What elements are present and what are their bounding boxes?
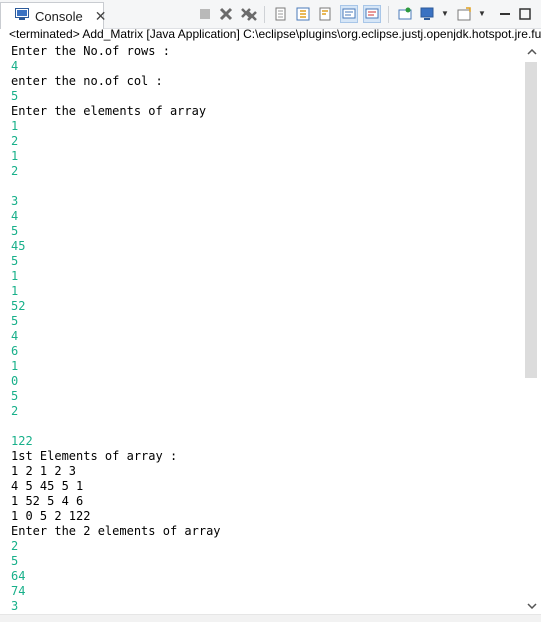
- remove-all-terminated-icon[interactable]: [240, 5, 258, 23]
- show-on-stderr-icon[interactable]: [363, 5, 381, 23]
- pin-console-icon[interactable]: [396, 5, 414, 23]
- console-input-line: 2: [11, 164, 19, 178]
- scroll-lock-icon[interactable]: [294, 5, 312, 23]
- console-input-line: 4: [11, 209, 19, 223]
- console-input-line: 1: [11, 359, 19, 373]
- console-input-line: 1: [11, 269, 19, 283]
- console-input-line: 5: [11, 224, 19, 238]
- word-wrap-icon[interactable]: [316, 5, 334, 23]
- console-input-line: 6: [11, 344, 19, 358]
- remove-launch-icon[interactable]: [217, 5, 235, 23]
- console-input-line: [0, 179, 523, 194]
- console-output-line: enter the no.of col :: [11, 74, 163, 88]
- minimize-icon[interactable]: [496, 5, 514, 23]
- open-console-icon[interactable]: [455, 5, 473, 23]
- close-icon[interactable]: ✕: [95, 8, 107, 25]
- console-input-line: 2: [11, 134, 19, 148]
- console-input-line: 4: [11, 59, 19, 73]
- console-input-line: 122: [11, 434, 33, 448]
- console-output-line: Enter the elements of array: [11, 104, 207, 118]
- tab-console-label: Console: [35, 8, 83, 24]
- display-selected-console-icon[interactable]: [418, 5, 436, 23]
- terminate-icon[interactable]: [196, 5, 214, 23]
- console-input-line: 5: [11, 89, 19, 103]
- scroll-down-arrow-icon[interactable]: [523, 598, 541, 614]
- chevron-down-icon[interactable]: ▼: [478, 8, 486, 20]
- console-input-line: 1: [11, 149, 19, 163]
- console-output-line: Enter the No.of rows :: [11, 44, 170, 58]
- console-input-line: 2: [11, 539, 19, 553]
- console-output[interactable]: Enter the No.of rows :4 enter the no.of c…: [0, 44, 523, 614]
- console-output-line: 1 0 5 2 122: [11, 509, 91, 523]
- clear-console-icon[interactable]: [272, 5, 290, 23]
- console-input-line: 4: [11, 329, 19, 343]
- console-output-line: 1 2 1 2 3: [11, 464, 77, 478]
- console-input-line: 64: [11, 569, 26, 583]
- toolbar-separator: [264, 6, 265, 23]
- console-output-line: 4 5 45 5 1: [11, 479, 84, 493]
- horizontal-scrollbar[interactable]: [0, 614, 541, 622]
- console-input-line: 5: [11, 254, 19, 268]
- console-input-line: 1: [11, 284, 19, 298]
- console-input-line: 5: [11, 314, 19, 328]
- show-on-stdout-icon[interactable]: [340, 5, 358, 23]
- console-input-line: 5: [11, 554, 19, 568]
- console-input-line: 52: [11, 299, 26, 313]
- maximize-icon[interactable]: [516, 5, 534, 23]
- console-output-line: 1 52 5 4 6: [11, 494, 84, 508]
- toolbar-separator: [388, 6, 389, 23]
- console-input-line: 0: [11, 374, 19, 388]
- scrollbar-thumb[interactable]: [525, 62, 537, 378]
- chevron-down-icon[interactable]: ▼: [441, 8, 449, 20]
- process-status-label: <terminated> Add_Matrix [Java Applicatio…: [9, 27, 541, 41]
- scroll-up-arrow-icon[interactable]: [523, 44, 541, 60]
- console-input-line: 5: [11, 389, 19, 403]
- console-output-line: 1st Elements of array :: [11, 449, 178, 463]
- console-input-line: 2: [11, 404, 19, 418]
- console-input-line: 74: [11, 584, 26, 598]
- console-input-line: 3: [11, 194, 19, 208]
- console-input-line: [0, 419, 523, 434]
- console-icon: [15, 8, 29, 24]
- console-output-line: Enter the 2 elements of array: [11, 524, 221, 538]
- console-input-line: 45: [11, 239, 26, 253]
- console-input-line: 3: [11, 599, 19, 613]
- console-input-line: 1: [11, 119, 19, 133]
- vertical-scrollbar[interactable]: [523, 44, 541, 614]
